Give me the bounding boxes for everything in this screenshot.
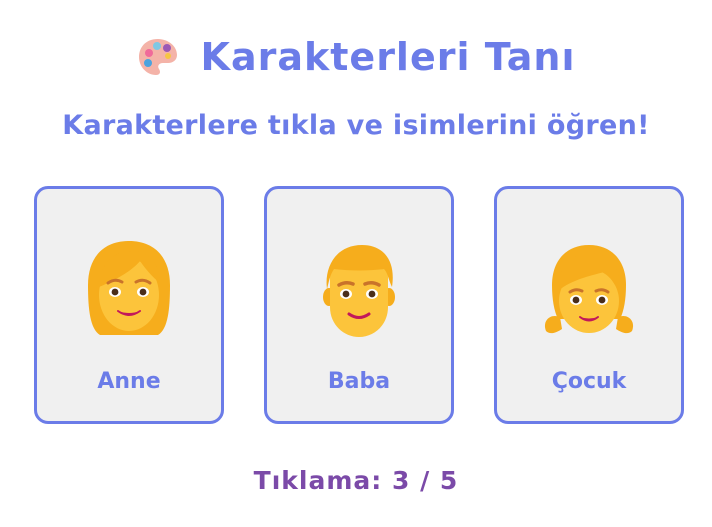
subtitle: Karakterlere tıkla ve isimlerini öğren!	[62, 110, 650, 141]
character-name: Çocuk	[551, 369, 627, 394]
character-name: Baba	[327, 369, 391, 394]
character-card-baba[interactable]: Baba	[264, 186, 454, 424]
woman-face-icon	[88, 241, 170, 335]
click-counter: Tıklama: 3 / 5	[253, 466, 459, 495]
palette-icon	[138, 39, 177, 75]
page-title: Karakterleri Tanı	[200, 35, 576, 79]
character-card-cocuk[interactable]: Çocuk	[494, 186, 684, 424]
character-name: Anne	[97, 369, 161, 394]
header: Karakterleri Tanı	[0, 30, 712, 84]
man-face-icon	[323, 245, 395, 337]
character-card-anne[interactable]: Anne	[34, 186, 224, 424]
child-face-icon	[544, 245, 634, 334]
